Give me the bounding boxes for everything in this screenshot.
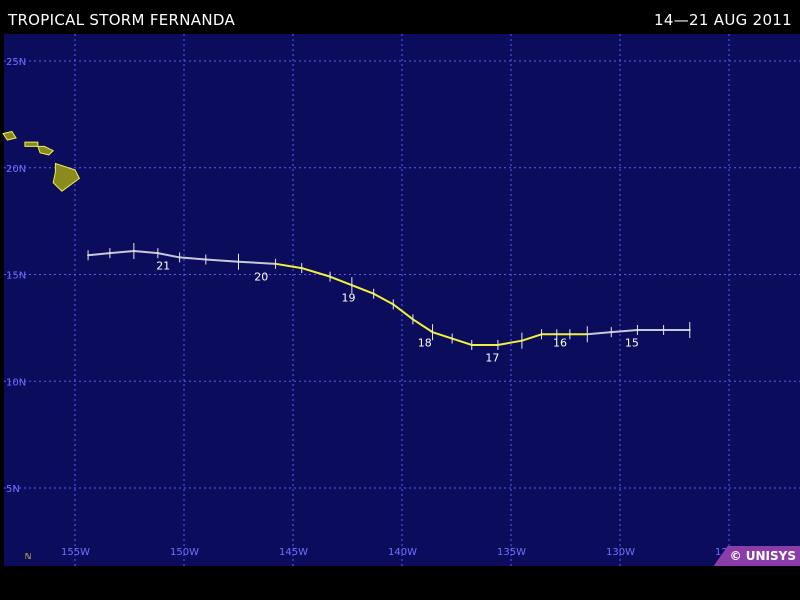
compass-icon: ℕ xyxy=(25,552,31,561)
latitude-label: 15N xyxy=(6,271,26,282)
latitude-label: 10N xyxy=(6,377,26,388)
day-label: 15 xyxy=(625,337,639,350)
day-label: 16 xyxy=(553,337,567,350)
day-label: 18 xyxy=(418,337,432,350)
latitude-label: 20N xyxy=(6,164,26,175)
day-label: 17 xyxy=(485,351,499,364)
latitude-label: 25N xyxy=(6,57,26,68)
day-label: 20 xyxy=(254,270,268,283)
longitude-label: 150W xyxy=(170,547,199,558)
longitude-label: 140W xyxy=(388,547,417,558)
longitude-label: 155W xyxy=(61,547,90,558)
copyright-badge: © UNISYS xyxy=(713,546,800,566)
island-molokai xyxy=(24,141,39,147)
day-label: 19 xyxy=(342,292,356,305)
storm-title: TROPICAL STORM FERNANDA xyxy=(8,11,236,29)
longitude-label: 135W xyxy=(497,547,526,558)
longitude-label: 130W xyxy=(606,547,635,558)
day-label: 21 xyxy=(156,260,170,273)
longitude-label: 145W xyxy=(279,547,308,558)
track-map[interactable]: 21 20 19 18 17 16 15 155W 150W 145W 140W 135W 130W 1… xyxy=(0,34,800,566)
date-range: 14—21 AUG 2011 xyxy=(654,11,792,29)
latitude-label: 5N xyxy=(6,484,20,495)
svg-text:ℕ: ℕ xyxy=(25,552,31,561)
